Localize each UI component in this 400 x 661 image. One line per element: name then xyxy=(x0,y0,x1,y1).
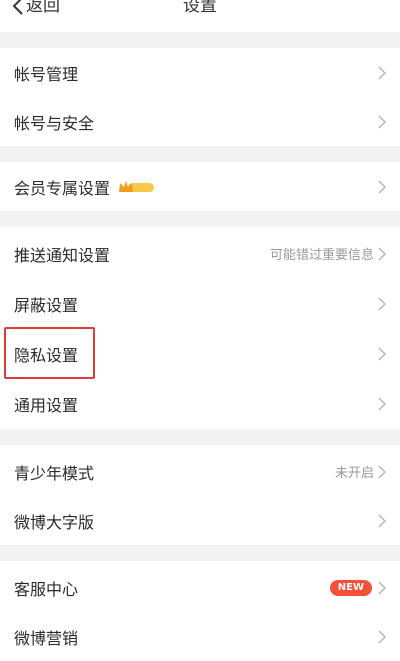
settings-item-value: 未开启 xyxy=(334,466,374,481)
nav-bar: 返回 设置 xyxy=(0,0,400,32)
settings-item-account-security[interactable]: 帐号与安全 xyxy=(0,97,400,146)
settings-item-label: 会员专属设置 xyxy=(14,178,111,198)
settings-item-account-management[interactable]: 帐号管理 xyxy=(0,48,400,97)
settings-item-label: 通用设置 xyxy=(14,395,79,415)
settings-item-customer-service[interactable]: 客服中心 NEW xyxy=(0,563,400,612)
settings-item-privacy-settings[interactable]: 隐私设置 xyxy=(0,329,400,378)
section-divider xyxy=(0,429,400,445)
chevron-right-icon xyxy=(378,580,386,595)
section-divider xyxy=(0,211,400,227)
settings-item-block-settings[interactable]: 屏蔽设置 xyxy=(0,279,400,328)
chevron-right-icon xyxy=(378,629,386,644)
chevron-right-icon xyxy=(378,246,386,261)
settings-item-label: 微博营销 xyxy=(14,628,79,648)
settings-item-general-settings[interactable]: 通用设置 xyxy=(0,379,400,428)
section-divider xyxy=(0,545,400,561)
settings-item-label: 微博大字版 xyxy=(14,512,95,532)
chevron-right-icon xyxy=(378,396,386,411)
settings-item-label: 帐号与安全 xyxy=(14,113,95,133)
section-divider xyxy=(0,146,400,162)
settings-item-label: 青少年模式 xyxy=(14,463,95,483)
chevron-right-icon xyxy=(378,179,386,194)
chevron-right-icon xyxy=(378,346,386,361)
chevron-right-icon xyxy=(378,513,386,528)
settings-item-value: 可能错过重要信息 xyxy=(269,248,374,263)
vip-crown-badge xyxy=(118,180,156,194)
chevron-right-icon xyxy=(378,65,386,80)
settings-item-push-notifications[interactable]: 推送通知设置 可能错过重要信息 xyxy=(0,229,400,278)
crown-icon xyxy=(119,180,134,192)
settings-item-label: 屏蔽设置 xyxy=(14,295,79,315)
settings-item-label: 帐号管理 xyxy=(14,64,79,84)
chevron-right-icon xyxy=(378,114,386,129)
settings-item-label: 客服中心 xyxy=(14,579,79,599)
settings-item-large-font[interactable]: 微博大字版 xyxy=(0,496,400,545)
settings-item-member-settings[interactable]: 会员专属设置 xyxy=(0,162,400,211)
chevron-right-icon xyxy=(378,296,386,311)
chevron-right-icon xyxy=(378,464,386,479)
page-title: 设置 xyxy=(183,0,217,16)
settings-item-teen-mode[interactable]: 青少年模式 未开启 xyxy=(0,447,400,496)
settings-item-weibo-marketing[interactable]: 微博营销 xyxy=(0,612,400,661)
new-badge: NEW xyxy=(329,579,372,596)
settings-item-label: 隐私设置 xyxy=(14,345,79,365)
section-divider xyxy=(0,32,400,48)
settings-item-label: 推送通知设置 xyxy=(14,245,111,265)
